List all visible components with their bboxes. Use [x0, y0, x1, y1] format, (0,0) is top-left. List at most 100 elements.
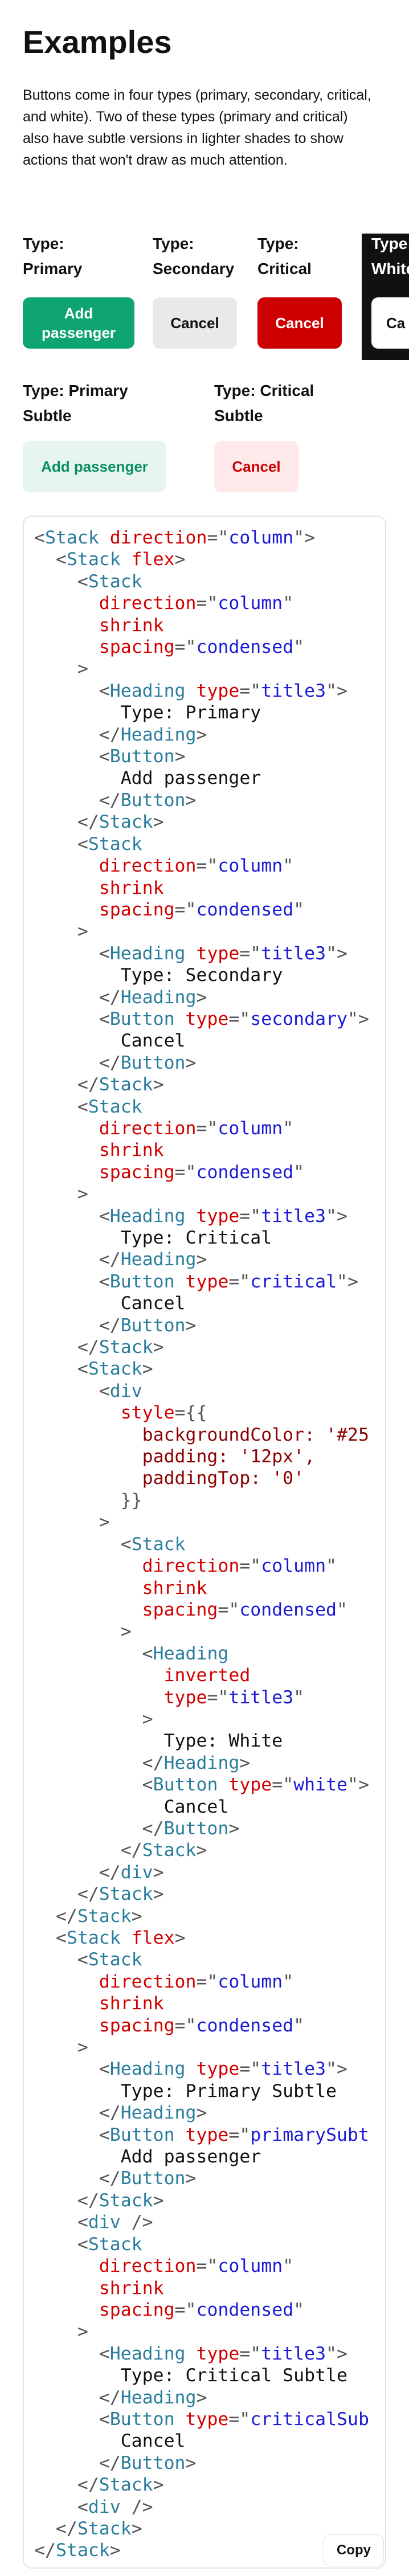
- code-token: type: [228, 1774, 272, 1796]
- example-heading-critical: Type: Critical: [257, 235, 312, 277]
- code-token: =": [174, 2299, 197, 2320]
- code-token: Button: [120, 790, 186, 811]
- code-line: spacing="condensed": [34, 636, 369, 658]
- code-token: =": [272, 1774, 294, 1796]
- code-token: =": [196, 1971, 218, 1992]
- code-token: Stack: [66, 549, 132, 570]
- code-line: >: [34, 1511, 369, 1533]
- code-line: >: [34, 2321, 369, 2342]
- code-token: =": [196, 1118, 218, 1139]
- code-token: </: [34, 1906, 77, 1927]
- code-token: condensed: [196, 1162, 294, 1183]
- code-line: direction="column": [34, 592, 369, 614]
- code-token: type: [185, 1008, 229, 1029]
- code-token: =": [174, 637, 197, 658]
- code-token: shrink: [34, 615, 164, 636]
- code-token: ": [283, 2256, 294, 2277]
- code-token: Stack: [99, 1337, 153, 1358]
- code-token: Heading: [109, 943, 197, 964]
- code-token: =": [239, 1556, 261, 1577]
- cancel-button-white[interactable]: Ca: [371, 297, 409, 349]
- code-token: </: [34, 2387, 121, 2408]
- code-token: <: [34, 2409, 110, 2430]
- code-line: Type: Critical: [34, 1227, 369, 1249]
- code-token: =": [239, 2059, 261, 2080]
- code-token: Heading: [120, 724, 197, 745]
- code-token: Heading: [120, 1249, 197, 1270]
- code-token: >: [196, 1840, 207, 1861]
- code-line: <Button type="criticalSub: [34, 2409, 369, 2430]
- code-line: style={{: [34, 1402, 369, 1424]
- code-token: title3: [261, 2059, 326, 2080]
- code-line: >: [34, 2037, 369, 2058]
- code-line: Cancel: [34, 1030, 369, 1052]
- code-line: type="title3": [34, 1687, 369, 1708]
- cancel-button-secondary[interactable]: Cancel: [153, 297, 237, 349]
- code-token: ": [293, 2015, 305, 2036]
- code-token: spacing: [34, 899, 175, 920]
- code-token: Add passenger: [34, 2146, 261, 2168]
- code-token: Type: Secondary: [34, 965, 283, 986]
- code-token: Stack: [77, 2518, 132, 2539]
- code-token: />: [131, 2496, 153, 2517]
- add-passenger-button[interactable]: Add passenger: [23, 297, 134, 349]
- code-line: Type: Primary Subtle: [34, 2080, 369, 2102]
- code-line: <div />: [34, 2211, 369, 2233]
- code-line: }}: [34, 1490, 369, 1511]
- code-token: </: [34, 1752, 164, 1773]
- code-token: Button: [120, 1052, 186, 1073]
- code-token: spacing: [34, 1162, 175, 1183]
- code-line: </Stack>: [34, 1883, 369, 1905]
- code-line: shrink: [34, 2277, 369, 2299]
- code-token: </: [34, 2540, 56, 2561]
- code-line: spacing="condensed": [34, 1599, 369, 1621]
- code-token: </: [34, 1884, 99, 1905]
- code-token: column: [228, 528, 294, 548]
- code-token: Stack: [99, 1884, 153, 1905]
- code-token: Stack: [99, 1074, 153, 1095]
- code-token: <: [34, 2234, 88, 2255]
- code-token: <: [34, 1096, 88, 1117]
- example-heading-white: Type: White: [371, 235, 409, 277]
- cancel-button-critical[interactable]: Cancel: [257, 297, 342, 349]
- code-token: Stack: [88, 833, 142, 854]
- code-token: ": [283, 1118, 294, 1139]
- code-sample: <Stack direction="column"> <Stack flex> …: [23, 516, 386, 2569]
- code-token: type: [34, 1687, 207, 1708]
- cancel-button-critical-subtle[interactable]: Cancel: [214, 441, 298, 492]
- add-passenger-button-subtle[interactable]: Add passenger: [23, 441, 166, 492]
- code-line: <Stack: [34, 1949, 369, 1970]
- code-token: Stack: [99, 2190, 153, 2211]
- code-token: ">: [347, 1774, 369, 1796]
- code-line: <Stack: [34, 1534, 369, 1555]
- code-token: =": [174, 1162, 197, 1183]
- code-token: >: [196, 2387, 207, 2408]
- code-token: >: [153, 2190, 164, 2211]
- code-token: ">: [293, 528, 316, 548]
- code-token: type: [196, 2059, 240, 2080]
- code-token: critical: [250, 1271, 337, 1292]
- code-line: <Stack>: [34, 1358, 369, 1380]
- code-line: Cancel: [34, 2430, 369, 2452]
- code-token: Stack: [88, 571, 142, 592]
- code-token: condensed: [196, 899, 294, 920]
- code-line: </Button>: [34, 2452, 369, 2474]
- code-token: Heading: [120, 2103, 197, 2124]
- code-line: </Button>: [34, 1818, 369, 1839]
- code-line: <Heading type="title3">: [34, 943, 369, 964]
- code-token: Cancel: [34, 1796, 229, 1817]
- code-line: </Heading>: [34, 2102, 369, 2124]
- copy-button[interactable]: Copy: [324, 2534, 384, 2566]
- code-token: spacing: [34, 637, 175, 658]
- code-token: >: [109, 2540, 121, 2561]
- code-line: <Stack: [34, 571, 369, 592]
- code-token: =": [228, 1008, 251, 1029]
- code-token: >: [174, 746, 186, 767]
- code-token: ": [293, 2299, 305, 2320]
- code-token: Button: [109, 1271, 186, 1292]
- code-token: Heading: [163, 1752, 240, 1773]
- code-token: criticalSub: [250, 2409, 369, 2430]
- code-line: direction="column": [34, 1118, 369, 1139]
- code-token: title3: [261, 1205, 326, 1226]
- code-line: </Heading>: [34, 1752, 369, 1774]
